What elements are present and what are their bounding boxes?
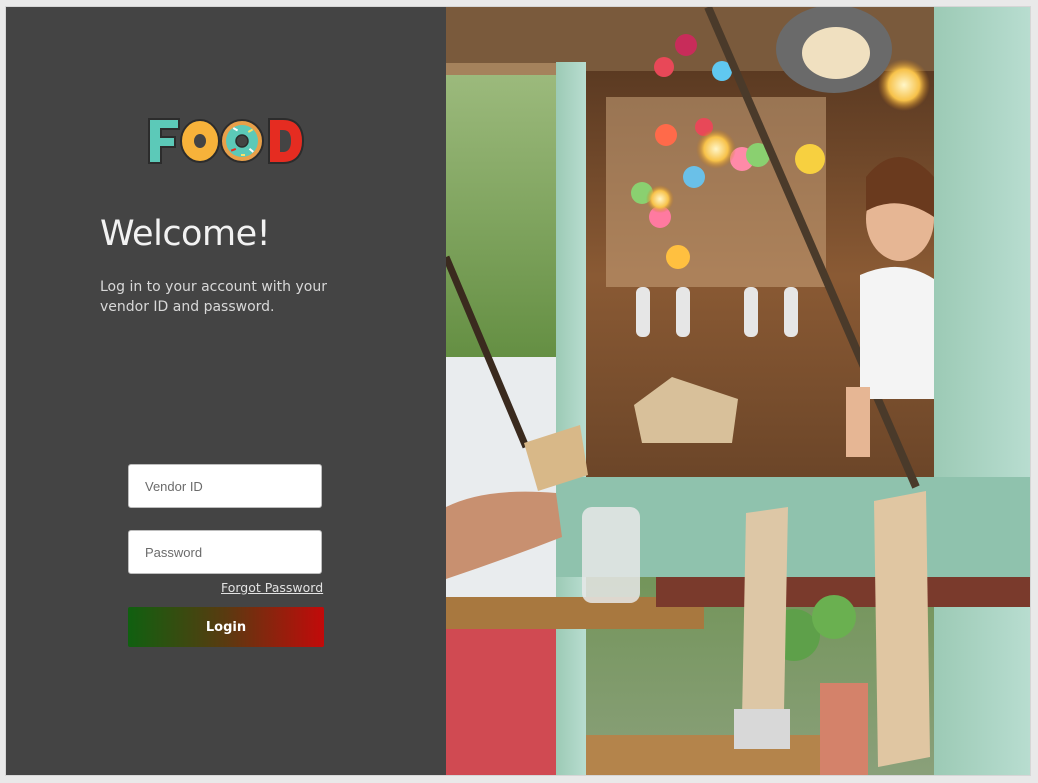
food-truck-photo bbox=[446, 7, 1030, 775]
password-input[interactable] bbox=[128, 530, 322, 574]
login-button[interactable]: Login bbox=[128, 607, 324, 647]
vendor-id-input[interactable] bbox=[128, 464, 322, 508]
login-panel: Welcome! Log in to your account with you… bbox=[6, 7, 446, 775]
login-window: Welcome! Log in to your account with you… bbox=[6, 7, 1030, 775]
page-subtitle: Log in to your account with your vendor … bbox=[100, 279, 327, 315]
food-logo bbox=[148, 118, 305, 164]
page-title: Welcome! bbox=[100, 214, 271, 254]
forgot-password-link[interactable]: Forgot Password bbox=[221, 580, 323, 595]
